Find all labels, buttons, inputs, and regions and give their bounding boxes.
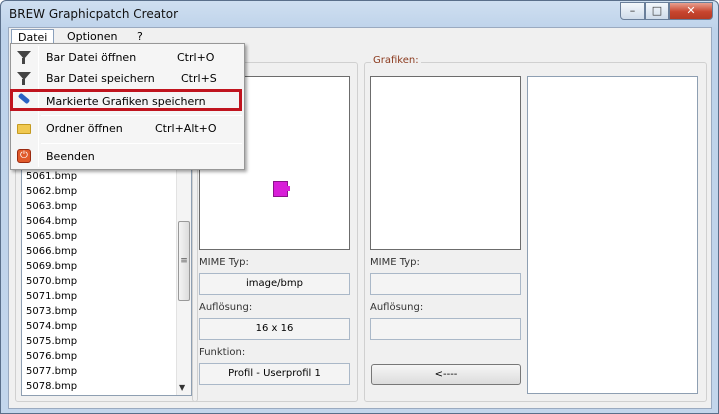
graphics-list[interactable] — [527, 76, 698, 394]
list-item[interactable]: 5074.bmp — [26, 319, 77, 334]
mime-label-right: MIME Typ: — [370, 257, 420, 268]
highlight-annotation — [10, 89, 242, 111]
menu-item-open-bar[interactable]: Bar Datei öffnen Ctrl+O — [13, 47, 242, 69]
title-bar[interactable]: BREW Graphicpatch Creator – □ ✕ — [1, 1, 718, 27]
scroll-down-arrow-icon[interactable]: ▼ — [179, 383, 185, 392]
list-item[interactable]: 5062.bmp — [26, 184, 77, 199]
filter-icon — [16, 70, 32, 86]
mime-label: MIME Typ: — [199, 257, 249, 268]
maximize-button[interactable]: □ — [645, 2, 669, 20]
graphics-group-title: Grafiken: — [371, 55, 421, 66]
menu-item-label: Beenden — [46, 150, 95, 163]
list-item[interactable]: 5077.bmp — [26, 364, 77, 379]
menu-item-shortcut: Ctrl+S — [181, 72, 217, 85]
menu-item-shortcut: Ctrl+O — [177, 51, 215, 64]
resolution-label-right: Auflösung: — [370, 302, 424, 313]
list-item[interactable]: 5078.bmp — [26, 379, 77, 394]
filter-icon — [16, 49, 32, 65]
function-label: Funktion: — [199, 347, 246, 358]
menu-item-open-folder[interactable]: Ordner öffnen Ctrl+Alt+O — [13, 118, 242, 140]
mime-field: image/bmp — [199, 273, 350, 295]
mime-field-right — [370, 273, 521, 295]
menu-item-save-bar[interactable]: Bar Datei speichern Ctrl+S — [13, 68, 242, 90]
close-button[interactable]: ✕ — [669, 2, 713, 20]
menu-item-label: Bar Datei öffnen — [46, 51, 137, 64]
exit-icon: ⏻ — [16, 148, 32, 164]
list-item[interactable]: 5076.bmp — [26, 349, 77, 364]
graphic-thumbnail[interactable] — [273, 181, 290, 197]
list-item[interactable]: 5073.bmp — [26, 304, 77, 319]
list-item[interactable]: 5069.bmp — [26, 259, 77, 274]
list-item[interactable]: 5066.bmp — [26, 244, 77, 259]
list-item[interactable]: 5061.bmp — [26, 169, 77, 184]
menu-item-exit[interactable]: ⏻ Beenden — [13, 146, 242, 168]
window-title: BREW Graphicpatch Creator — [9, 7, 179, 21]
menu-item-label: Bar Datei speichern — [46, 72, 155, 85]
graphics-image-box — [370, 76, 521, 250]
scroll-thumb[interactable]: ≡ — [178, 221, 190, 301]
list-item[interactable]: 5071.bmp — [26, 289, 77, 304]
resolution-field: 16 x 16 — [199, 318, 350, 340]
app-window: BREW Graphicpatch Creator – □ ✕ Datei Op… — [0, 0, 719, 414]
list-item[interactable]: 5075.bmp — [26, 334, 77, 349]
list-item[interactable]: 5063.bmp — [26, 199, 77, 214]
menu-separator — [41, 143, 242, 144]
resolution-field-right — [370, 318, 521, 340]
menu-item-shortcut: Ctrl+Alt+O — [155, 122, 217, 135]
function-field: Profil - Userprofil 1 — [199, 363, 350, 385]
resolution-label: Auflösung: — [199, 302, 253, 313]
list-item[interactable]: 5070.bmp — [26, 274, 77, 289]
list-item[interactable]: 5065.bmp — [26, 229, 77, 244]
menu-item-label: Ordner öffnen — [46, 122, 123, 135]
minimize-button[interactable]: – — [620, 2, 645, 20]
transfer-button[interactable]: <---- — [371, 364, 521, 385]
folder-icon — [16, 120, 32, 136]
menu-separator — [41, 115, 242, 116]
list-item[interactable]: 5064.bmp — [26, 214, 77, 229]
